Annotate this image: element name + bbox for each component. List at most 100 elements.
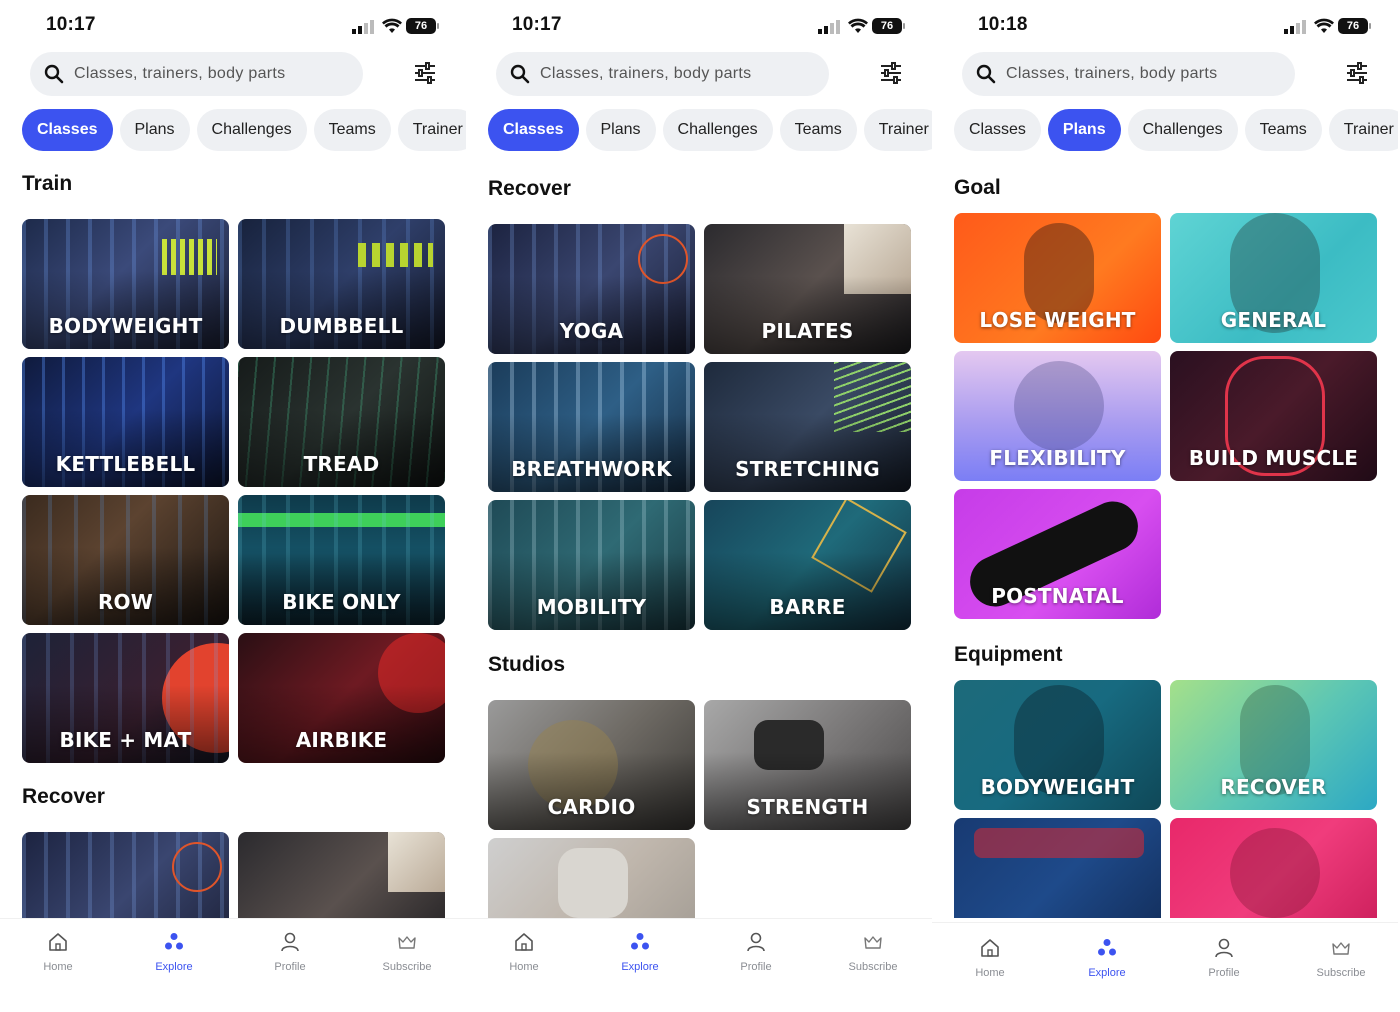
nav-explore[interactable]: Explore xyxy=(600,931,680,973)
tile-dumbbell[interactable]: DUMBBELL xyxy=(238,219,445,349)
profile-icon xyxy=(747,932,765,952)
tile-mobility[interactable]: MOBILITY xyxy=(488,500,695,630)
tile-label: LOSE WEIGHT xyxy=(979,308,1136,332)
tile-airbike[interactable]: AIRBIKE xyxy=(238,633,445,763)
tab-teams[interactable]: Teams xyxy=(1244,109,1322,151)
tile-row[interactable]: ROW xyxy=(22,495,229,625)
tile-label: BODYWEIGHT xyxy=(48,314,203,338)
tab-plans[interactable]: Plans xyxy=(119,109,190,151)
tile-label: RECOVER xyxy=(1220,775,1327,799)
tab-classes[interactable]: Classes xyxy=(954,109,1041,151)
tile-label: GENERAL xyxy=(1220,308,1327,332)
tile-cardio[interactable]: CARDIO xyxy=(488,700,695,830)
explore-dots-icon xyxy=(165,933,183,950)
search-input[interactable]: Classes, trainers, body parts xyxy=(962,52,1295,96)
tile-strength[interactable]: STRENGTH xyxy=(704,700,911,830)
search-icon xyxy=(44,64,64,84)
nav-label: Subscribe xyxy=(1316,967,1366,979)
section-title-recover: Recover xyxy=(22,785,105,808)
tab-challenges[interactable]: Challenges xyxy=(196,109,307,151)
tile-bodyweight[interactable]: BODYWEIGHT xyxy=(954,680,1161,810)
nav-profile[interactable]: Profile xyxy=(1184,937,1264,979)
tab-classes[interactable]: Classes xyxy=(22,109,113,151)
status-time: 10:18 xyxy=(978,14,1028,35)
nav-explore[interactable]: Explore xyxy=(134,931,214,973)
tab-challenges[interactable]: Challenges xyxy=(1127,109,1238,151)
nav-label: Explore xyxy=(1088,967,1126,979)
tile-build-muscle[interactable]: BUILD MUSCLE xyxy=(1170,351,1377,481)
home-icon xyxy=(49,933,67,951)
tab-trainers[interactable]: Trainer xyxy=(1328,109,1398,151)
tab-trainers[interactable]: Trainer xyxy=(397,109,466,151)
nav-home[interactable]: Home xyxy=(950,937,1030,979)
tile-label: STRENGTH xyxy=(746,795,869,819)
filter-sliders-icon[interactable] xyxy=(1344,60,1370,86)
phone-screen-3: 10:18 76 Classes, trainers, body parts C… xyxy=(932,0,1398,1012)
tab-plans[interactable]: Plans xyxy=(1047,109,1121,151)
tile-postnatal[interactable]: POSTNATAL xyxy=(954,489,1161,619)
search-placeholder: Classes, trainers, body parts xyxy=(74,65,286,82)
tile-bike-only[interactable]: BIKE ONLY xyxy=(238,495,445,625)
nav-profile[interactable]: Profile xyxy=(716,931,796,973)
tile-label: BUILD MUSCLE xyxy=(1188,446,1359,470)
tab-teams[interactable]: Teams xyxy=(779,109,857,151)
tile-barre[interactable]: BARRE xyxy=(704,500,911,630)
section-title-goal: Goal xyxy=(954,176,1001,199)
bottom-nav: Home Explore Profile Subscribe xyxy=(932,922,1398,1012)
tab-teams[interactable]: Teams xyxy=(313,109,391,151)
tile-general[interactable]: GENERAL xyxy=(1170,213,1377,343)
category-tabs: Classes Plans Challenges Teams Trainer xyxy=(488,109,932,151)
tab-classes[interactable]: Classes xyxy=(488,109,579,151)
tile-bodyweight[interactable]: BODYWEIGHT xyxy=(22,219,229,349)
tile-label: FLEXIBILITY xyxy=(989,446,1126,470)
nav-subscribe[interactable]: Subscribe xyxy=(367,931,447,973)
nav-subscribe[interactable]: Subscribe xyxy=(1301,937,1381,979)
tile-flexibility[interactable]: FLEXIBILITY xyxy=(954,351,1161,481)
tile-label: BIKE ONLY xyxy=(282,590,401,614)
nav-subscribe[interactable]: Subscribe xyxy=(833,931,913,973)
tile-lose-weight[interactable]: LOSE WEIGHT xyxy=(954,213,1161,343)
tile-studio-preview[interactable] xyxy=(488,838,695,918)
section-title-recover: Recover xyxy=(488,177,571,200)
tile-bike-mat[interactable]: BIKE + MAT xyxy=(22,633,229,763)
crown-icon xyxy=(864,936,882,949)
tile-label: AIRBIKE xyxy=(295,728,388,752)
filter-sliders-icon[interactable] xyxy=(878,60,904,86)
scroll-content: Train BODYWEIGHT DUMBBELL KETTLEBELL TRE… xyxy=(0,162,466,918)
tile-yoga[interactable]: YOGA xyxy=(488,224,695,354)
scroll-content: Recover YOGA PILATES BREATHWORK STRETCHI… xyxy=(466,162,932,918)
nav-home[interactable]: Home xyxy=(484,931,564,973)
wifi-icon xyxy=(382,18,402,33)
section-title-equipment: Equipment xyxy=(954,643,1063,666)
category-tabs: Classes Plans Challenges Teams Trainer xyxy=(954,109,1398,151)
tab-trainers[interactable]: Trainer xyxy=(863,109,932,151)
tile-pilates-preview[interactable] xyxy=(238,832,445,918)
tile-stretching[interactable]: STRETCHING xyxy=(704,362,911,492)
home-icon xyxy=(515,933,533,951)
tile-breathwork[interactable]: BREATHWORK xyxy=(488,362,695,492)
nav-profile[interactable]: Profile xyxy=(250,931,330,973)
nav-explore[interactable]: Explore xyxy=(1067,937,1147,979)
search-input[interactable]: Classes, trainers, body parts xyxy=(30,52,363,96)
phone-screen-2: 10:17 76 Classes, trainers, body parts C… xyxy=(466,0,932,1012)
search-input[interactable]: Classes, trainers, body parts xyxy=(496,52,829,96)
nav-label: Explore xyxy=(621,961,659,973)
tile-pilates[interactable]: PILATES xyxy=(704,224,911,354)
tile-yoga-preview[interactable] xyxy=(22,832,229,918)
tile-label: TREAD xyxy=(303,452,380,476)
tile-kettlebell[interactable]: KETTLEBELL xyxy=(22,357,229,487)
tab-plans[interactable]: Plans xyxy=(585,109,656,151)
nav-home[interactable]: Home xyxy=(18,931,98,973)
section-title-train: Train xyxy=(22,172,73,195)
tab-challenges[interactable]: Challenges xyxy=(662,109,773,151)
status-time: 10:17 xyxy=(512,14,562,35)
tile-tread[interactable]: TREAD xyxy=(238,357,445,487)
tile-kettlebell[interactable] xyxy=(1170,818,1377,918)
search-icon xyxy=(976,64,996,84)
filter-sliders-icon[interactable] xyxy=(412,60,438,86)
tile-dumbbell[interactable] xyxy=(954,818,1161,918)
tile-label: STRETCHING xyxy=(735,457,880,481)
tile-label: BIKE + MAT xyxy=(59,728,192,752)
tile-recover[interactable]: RECOVER xyxy=(1170,680,1377,810)
nav-label: Profile xyxy=(274,961,306,973)
